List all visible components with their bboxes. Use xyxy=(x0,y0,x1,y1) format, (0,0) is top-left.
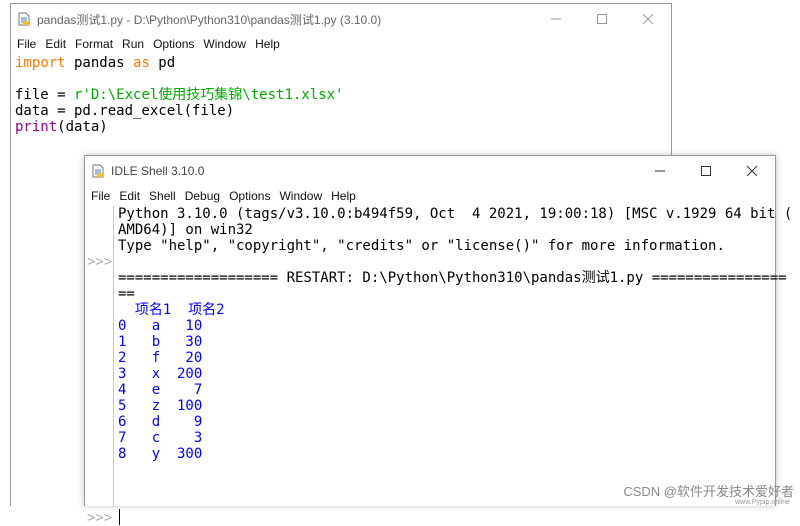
menu-edit[interactable]: Edit xyxy=(119,189,140,203)
banner-line-3: Type "help", "copyright", "credits" or "… xyxy=(118,238,725,254)
editor-menubar: File Edit Format Run Options Window Help xyxy=(11,34,671,54)
editor-titlebar[interactable]: pandas测试1.py - D:\Python\Python310\panda… xyxy=(11,4,671,34)
shell-window: IDLE Shell 3.10.0 File Edit Shell Debug … xyxy=(84,155,792,526)
close-button[interactable] xyxy=(625,4,671,34)
table-header: 项名1 项名2 xyxy=(118,302,225,318)
shell-output-area[interactable]: >>> >>> Python 3.10.0 (tags/v3.10.0:b494… xyxy=(85,206,792,526)
menu-run[interactable]: Run xyxy=(122,37,144,51)
banner-line-2: AMD64)] on win32 xyxy=(118,222,253,238)
minimize-button[interactable] xyxy=(533,4,579,34)
menu-options[interactable]: Options xyxy=(153,37,194,51)
menu-edit[interactable]: Edit xyxy=(45,37,66,51)
table-row: 0 a 10 xyxy=(118,318,203,334)
menu-file[interactable]: File xyxy=(17,37,36,51)
table-row: 6 d 9 xyxy=(118,414,203,430)
shell-menubar: File Edit Shell Debug Options Window Hel… xyxy=(85,186,775,206)
shell-prompt: >>> xyxy=(87,254,113,270)
maximize-button[interactable] xyxy=(579,4,625,34)
menu-debug[interactable]: Debug xyxy=(185,189,220,203)
table-row: 2 f 20 xyxy=(118,350,203,366)
shell-text: Python 3.10.0 (tags/v3.10.0:b494f59, Oct… xyxy=(118,206,792,462)
editor-title: pandas测试1.py - D:\Python\Python310\panda… xyxy=(37,12,382,27)
menu-options[interactable]: Options xyxy=(229,189,270,203)
shell-prompt: >>> xyxy=(87,510,113,526)
menu-file[interactable]: File xyxy=(91,189,110,203)
site-watermark: www.Pypip.online xyxy=(735,499,790,506)
menu-help[interactable]: Help xyxy=(255,37,280,51)
restart-line-1: =================== RESTART: D:\Python\P… xyxy=(118,270,787,286)
code-line-1: import pandas as pd xyxy=(15,55,176,71)
table-row: 7 c 3 xyxy=(118,430,203,446)
menu-window[interactable]: Window xyxy=(279,189,322,203)
menu-help[interactable]: Help xyxy=(331,189,356,203)
minimize-button[interactable] xyxy=(637,156,683,186)
close-button[interactable] xyxy=(729,156,775,186)
shell-titlebar[interactable]: IDLE Shell 3.10.0 xyxy=(85,156,775,186)
csdn-watermark: CSDN @软件开发技术爱好者 xyxy=(623,484,794,499)
text-cursor xyxy=(119,509,120,525)
prompt-gutter: >>> >>> xyxy=(85,206,114,526)
table-row: 1 b 30 xyxy=(118,334,203,350)
menu-window[interactable]: Window xyxy=(203,37,246,51)
code-line-5: print(data) xyxy=(15,119,108,135)
menu-format[interactable]: Format xyxy=(75,37,113,51)
restart-line-2: == xyxy=(118,286,135,302)
shell-title: IDLE Shell 3.10.0 xyxy=(111,164,205,178)
idle-file-icon xyxy=(17,12,31,26)
table-row: 5 z 100 xyxy=(118,398,203,414)
menu-shell[interactable]: Shell xyxy=(149,189,176,203)
table-row: 4 e 7 xyxy=(118,382,203,398)
editor-code-area[interactable]: import pandas as pd file = r'D:\Excel使用技… xyxy=(15,55,343,135)
maximize-button[interactable] xyxy=(683,156,729,186)
table-row: 3 x 200 xyxy=(118,366,203,382)
banner-line-1: Python 3.10.0 (tags/v3.10.0:b494f59, Oct… xyxy=(118,206,793,222)
code-line-4: data = pd.read_excel(file) xyxy=(15,103,235,119)
table-row: 8 y 300 xyxy=(118,446,203,462)
code-line-3: file = r'D:\Excel使用技巧集锦\test1.xlsx' xyxy=(15,87,344,103)
idle-shell-icon xyxy=(91,164,105,178)
